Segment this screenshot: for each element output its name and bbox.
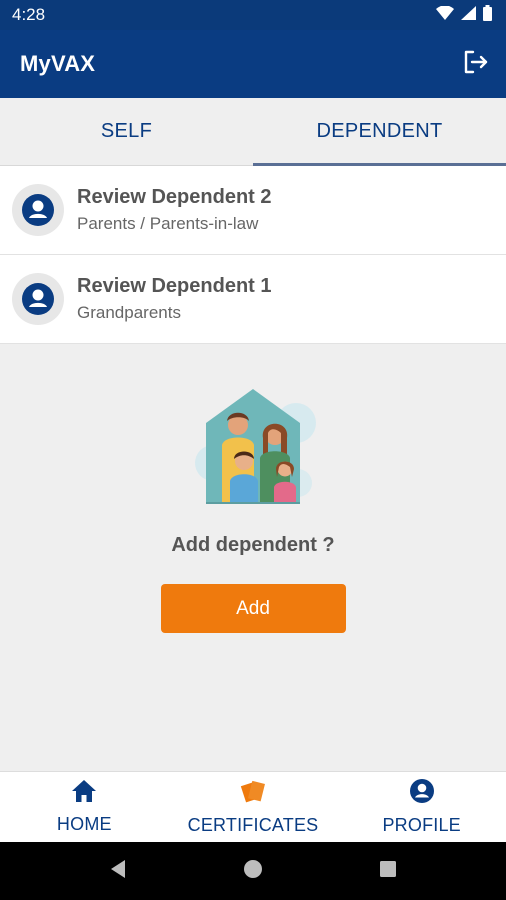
nav-certificates[interactable]: CERTIFICATES bbox=[169, 772, 338, 842]
logout-button[interactable] bbox=[460, 49, 490, 79]
recents-square-icon bbox=[379, 860, 397, 883]
nav-profile[interactable]: PROFILE bbox=[337, 772, 506, 842]
dependent-name: Review Dependent 2 bbox=[77, 186, 272, 208]
profile-icon bbox=[409, 778, 435, 809]
logout-icon bbox=[461, 48, 489, 81]
dependent-list: Review Dependent 2 Parents / Parents-in-… bbox=[0, 166, 506, 344]
dependent-item-text: Review Dependent 1 Grandparents bbox=[77, 275, 272, 323]
person-circle-icon bbox=[12, 184, 64, 236]
app-bar: MyVAX bbox=[0, 30, 506, 98]
home-circle-icon bbox=[243, 859, 263, 884]
person-circle-icon bbox=[12, 273, 64, 325]
family-house-illustration bbox=[188, 383, 318, 518]
battery-icon bbox=[483, 4, 492, 26]
bottom-navigation: HOME CERTIFICATES PROFILE bbox=[0, 771, 506, 842]
status-time: 4:28 bbox=[12, 5, 46, 24]
nav-profile-label: PROFILE bbox=[382, 815, 461, 835]
add-dependent-button[interactable]: Add bbox=[160, 584, 346, 633]
recents-button[interactable] bbox=[368, 851, 408, 891]
nav-certificates-label: CERTIFICATES bbox=[187, 815, 319, 835]
nav-home[interactable]: HOME bbox=[0, 772, 169, 842]
dependent-item-1[interactable]: Review Dependent 1 Grandparents bbox=[0, 255, 506, 344]
home-icon bbox=[71, 779, 97, 808]
tab-bar: SELF DEPENDENT bbox=[0, 98, 506, 166]
dependent-name: Review Dependent 1 bbox=[77, 275, 272, 297]
dependent-relation: Grandparents bbox=[77, 303, 181, 322]
back-button[interactable] bbox=[98, 851, 138, 891]
nav-home-label: HOME bbox=[56, 814, 112, 834]
certificates-icon bbox=[239, 778, 267, 809]
dependent-item-2[interactable]: Review Dependent 2 Parents / Parents-in-… bbox=[0, 166, 506, 255]
dependent-relation: Parents / Parents-in-law bbox=[77, 214, 259, 233]
app-title: MyVAX bbox=[20, 51, 96, 76]
add-dependent-section: Add dependent ? Add bbox=[0, 345, 506, 771]
home-system-button[interactable] bbox=[233, 851, 273, 891]
tab-dependent-label: DEPENDENT bbox=[316, 120, 443, 142]
signal-icon bbox=[461, 5, 476, 25]
add-dependent-prompt: Add dependent ? bbox=[171, 534, 335, 556]
dependent-item-text: Review Dependent 2 Parents / Parents-in-… bbox=[77, 186, 272, 234]
back-triangle-icon bbox=[109, 859, 127, 884]
tab-dependent[interactable]: DEPENDENT bbox=[253, 98, 506, 166]
tab-self[interactable]: SELF bbox=[0, 98, 253, 165]
tab-self-label: SELF bbox=[100, 120, 153, 142]
status-bar: 4:28 bbox=[0, 0, 506, 30]
wifi-icon bbox=[436, 4, 454, 25]
system-navigation-bar bbox=[0, 842, 506, 900]
status-icons bbox=[436, 4, 492, 26]
